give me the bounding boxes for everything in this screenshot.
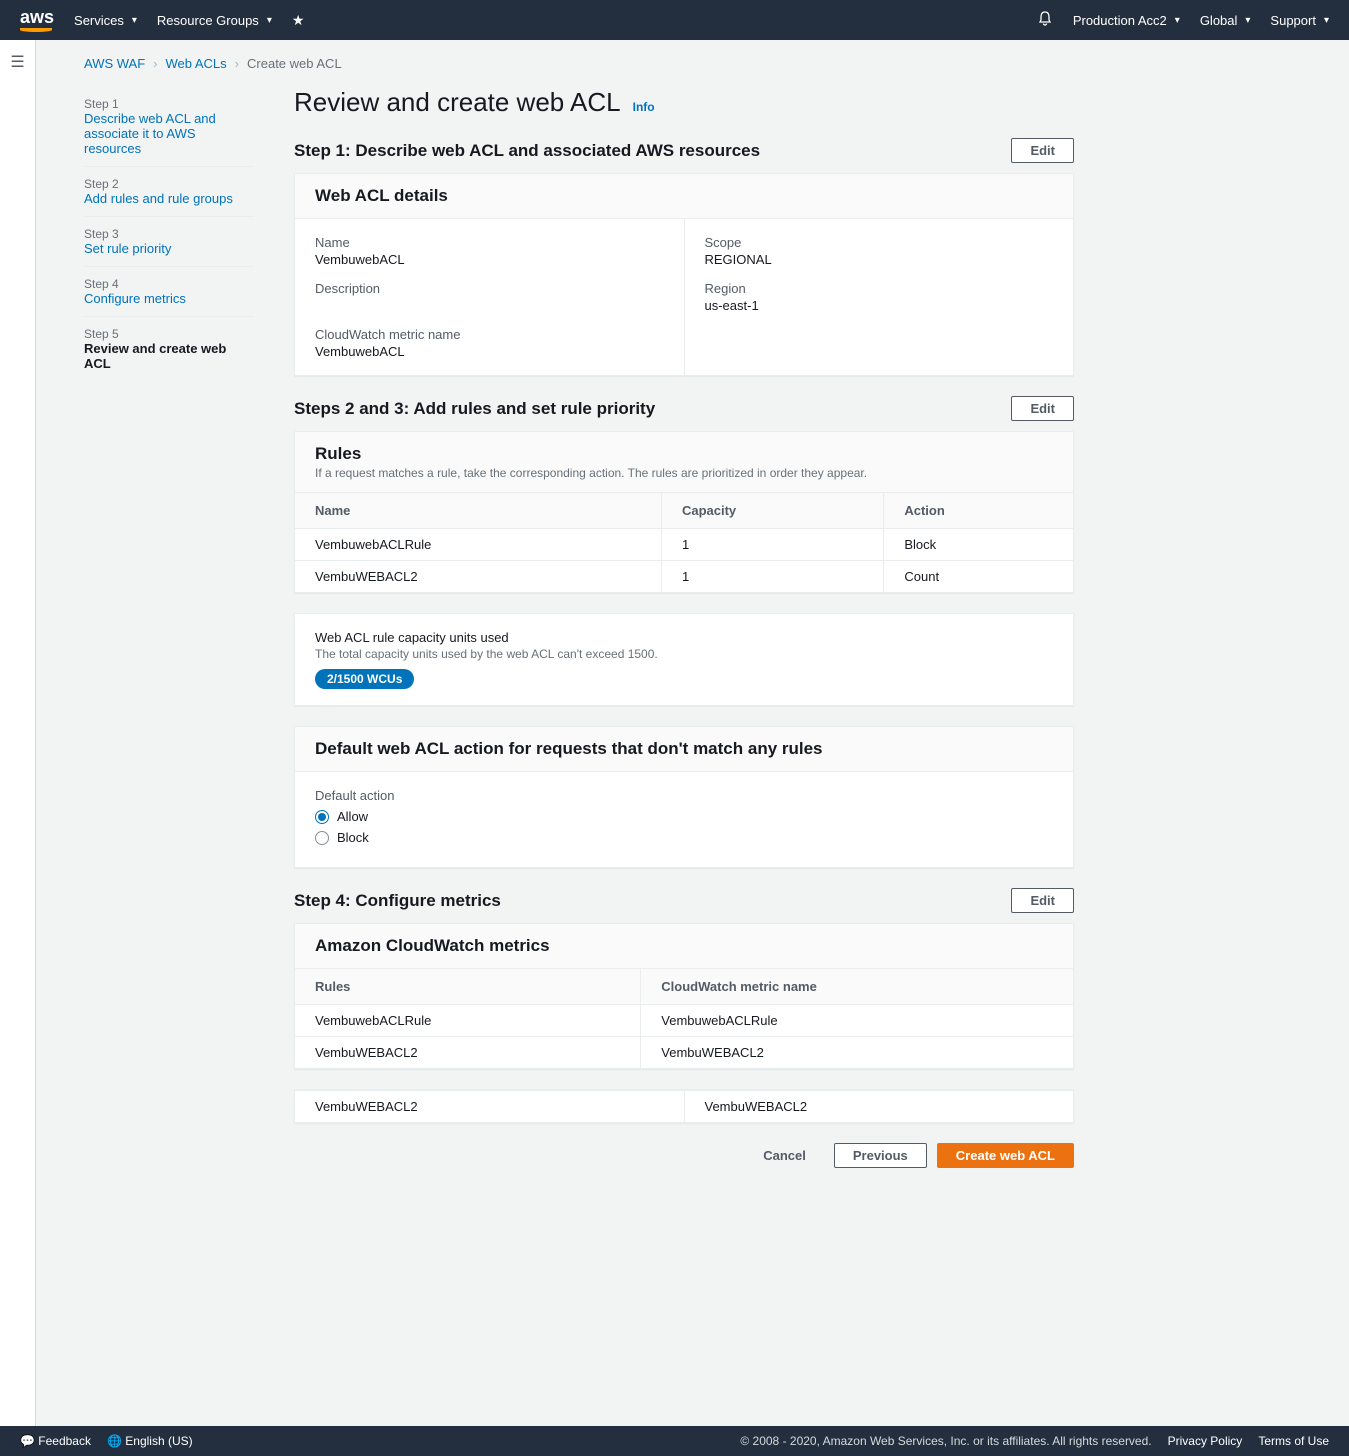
cancel-button[interactable]: Cancel bbox=[745, 1144, 824, 1167]
metrics-panel: Amazon CloudWatch metrics Rules CloudWat… bbox=[294, 923, 1074, 1069]
metrics-title: Amazon CloudWatch metrics bbox=[315, 936, 1053, 956]
copyright-text: © 2008 - 2020, Amazon Web Services, Inc.… bbox=[740, 1434, 1151, 1448]
metrics-extra-panel: VembuWEBACL2 VembuWEBACL2 bbox=[294, 1089, 1074, 1123]
breadcrumb-waf[interactable]: AWS WAF bbox=[84, 56, 145, 71]
table-row: VembuwebACLRule 1 Block bbox=[295, 529, 1073, 561]
wizard-step-1[interactable]: Step 1 Describe web ACL and associate it… bbox=[84, 87, 254, 167]
web-acl-details-panel: Web ACL details Name VembuwebACL Descrip… bbox=[294, 173, 1074, 376]
col-capacity: Capacity bbox=[661, 493, 883, 529]
previous-button[interactable]: Previous bbox=[834, 1143, 927, 1168]
table-row: VembuwebACLRule VembuwebACLRule bbox=[295, 1005, 1073, 1037]
radio-allow[interactable]: Allow bbox=[315, 809, 1053, 824]
wizard-step-3[interactable]: Step 3 Set rule priority bbox=[84, 217, 254, 267]
table-row: VembuWEBACL2 1 Count bbox=[295, 561, 1073, 593]
wcu-badge: 2/1500 WCUs bbox=[315, 669, 414, 689]
edit-step4-button[interactable]: Edit bbox=[1011, 888, 1074, 913]
region-value: us-east-1 bbox=[705, 298, 1054, 313]
step1-heading: Step 1: Describe web ACL and associated … bbox=[294, 141, 760, 161]
name-label: Name bbox=[315, 235, 664, 250]
table-row: VembuWEBACL2 VembuWEBACL2 bbox=[295, 1091, 1073, 1123]
edit-step1-button[interactable]: Edit bbox=[1011, 138, 1074, 163]
services-menu[interactable]: Services bbox=[74, 13, 137, 28]
region-menu[interactable]: Global bbox=[1200, 13, 1251, 28]
top-nav: aws Services Resource Groups ★ Productio… bbox=[0, 0, 1349, 40]
wcu-panel: Web ACL rule capacity units used The tot… bbox=[294, 613, 1074, 706]
rules-title: Rules bbox=[315, 444, 1053, 464]
web-acl-details-title: Web ACL details bbox=[315, 186, 1053, 206]
rules-panel: Rules If a request matches a rule, take … bbox=[294, 431, 1074, 593]
resource-groups-menu[interactable]: Resource Groups bbox=[157, 13, 272, 28]
hamburger-icon[interactable]: ☰ bbox=[0, 52, 35, 72]
default-action-panel: Default web ACL action for requests that… bbox=[294, 726, 1074, 868]
support-menu[interactable]: Support bbox=[1270, 13, 1329, 28]
metric-value: VembuwebACL bbox=[315, 344, 664, 359]
col-metric: CloudWatch metric name bbox=[641, 969, 1073, 1005]
metrics-table: Rules CloudWatch metric name VembuwebACL… bbox=[295, 969, 1073, 1068]
wizard-step-5: Step 5 Review and create web ACL bbox=[84, 317, 254, 381]
description-label: Description bbox=[315, 281, 664, 296]
privacy-link[interactable]: Privacy Policy bbox=[1168, 1434, 1243, 1448]
col-action: Action bbox=[884, 493, 1073, 529]
region-label: Region bbox=[705, 281, 1054, 296]
description-value bbox=[315, 298, 664, 313]
breadcrumb: AWS WAF › Web ACLs › Create web ACL bbox=[84, 56, 1301, 71]
default-action-title: Default web ACL action for requests that… bbox=[315, 739, 1053, 759]
rules-subtext: If a request matches a rule, take the co… bbox=[315, 466, 1053, 480]
terms-link[interactable]: Terms of Use bbox=[1258, 1434, 1329, 1448]
notifications-icon[interactable] bbox=[1037, 10, 1053, 31]
pin-icon[interactable]: ★ bbox=[292, 12, 305, 29]
step4-heading: Step 4: Configure metrics bbox=[294, 891, 501, 911]
footer-actions: Cancel Previous Create web ACL bbox=[294, 1143, 1074, 1168]
wcu-subtext: The total capacity units used by the web… bbox=[315, 647, 1053, 661]
wcu-title: Web ACL rule capacity units used bbox=[315, 630, 1053, 645]
radio-icon bbox=[315, 810, 329, 824]
col-rules: Rules bbox=[295, 969, 641, 1005]
side-panel-collapsed: ☰ bbox=[0, 40, 36, 1426]
create-web-acl-button[interactable]: Create web ACL bbox=[937, 1143, 1074, 1168]
info-link[interactable]: Info bbox=[633, 100, 655, 114]
wizard-step-4[interactable]: Step 4 Configure metrics bbox=[84, 267, 254, 317]
scope-label: Scope bbox=[705, 235, 1054, 250]
chevron-right-icon: › bbox=[153, 56, 157, 71]
default-action-label: Default action bbox=[315, 788, 1053, 803]
feedback-link[interactable]: 💬 Feedback bbox=[20, 1434, 91, 1448]
aws-logo[interactable]: aws bbox=[20, 8, 54, 32]
bottom-bar: 💬 Feedback 🌐 English (US) © 2008 - 2020,… bbox=[0, 1426, 1349, 1456]
account-menu[interactable]: Production Acc2 bbox=[1073, 13, 1180, 28]
scope-value: REGIONAL bbox=[705, 252, 1054, 267]
table-row: VembuWEBACL2 VembuWEBACL2 bbox=[295, 1037, 1073, 1069]
chevron-right-icon: › bbox=[235, 56, 239, 71]
wizard-step-2[interactable]: Step 2 Add rules and rule groups bbox=[84, 167, 254, 217]
step23-heading: Steps 2 and 3: Add rules and set rule pr… bbox=[294, 399, 655, 419]
edit-step23-button[interactable]: Edit bbox=[1011, 396, 1074, 421]
wizard-nav: Step 1 Describe web ACL and associate it… bbox=[84, 87, 254, 1168]
radio-icon bbox=[315, 831, 329, 845]
col-name: Name bbox=[295, 493, 661, 529]
rules-table: Name Capacity Action VembuwebACLRule 1 B… bbox=[295, 493, 1073, 592]
radio-block[interactable]: Block bbox=[315, 830, 1053, 845]
metric-label: CloudWatch metric name bbox=[315, 327, 664, 342]
name-value: VembuwebACL bbox=[315, 252, 664, 267]
breadcrumb-webacls[interactable]: Web ACLs bbox=[165, 56, 226, 71]
breadcrumb-current: Create web ACL bbox=[247, 56, 342, 71]
language-selector[interactable]: 🌐 English (US) bbox=[107, 1434, 193, 1448]
page-title: Review and create web ACL Info bbox=[294, 87, 1074, 118]
